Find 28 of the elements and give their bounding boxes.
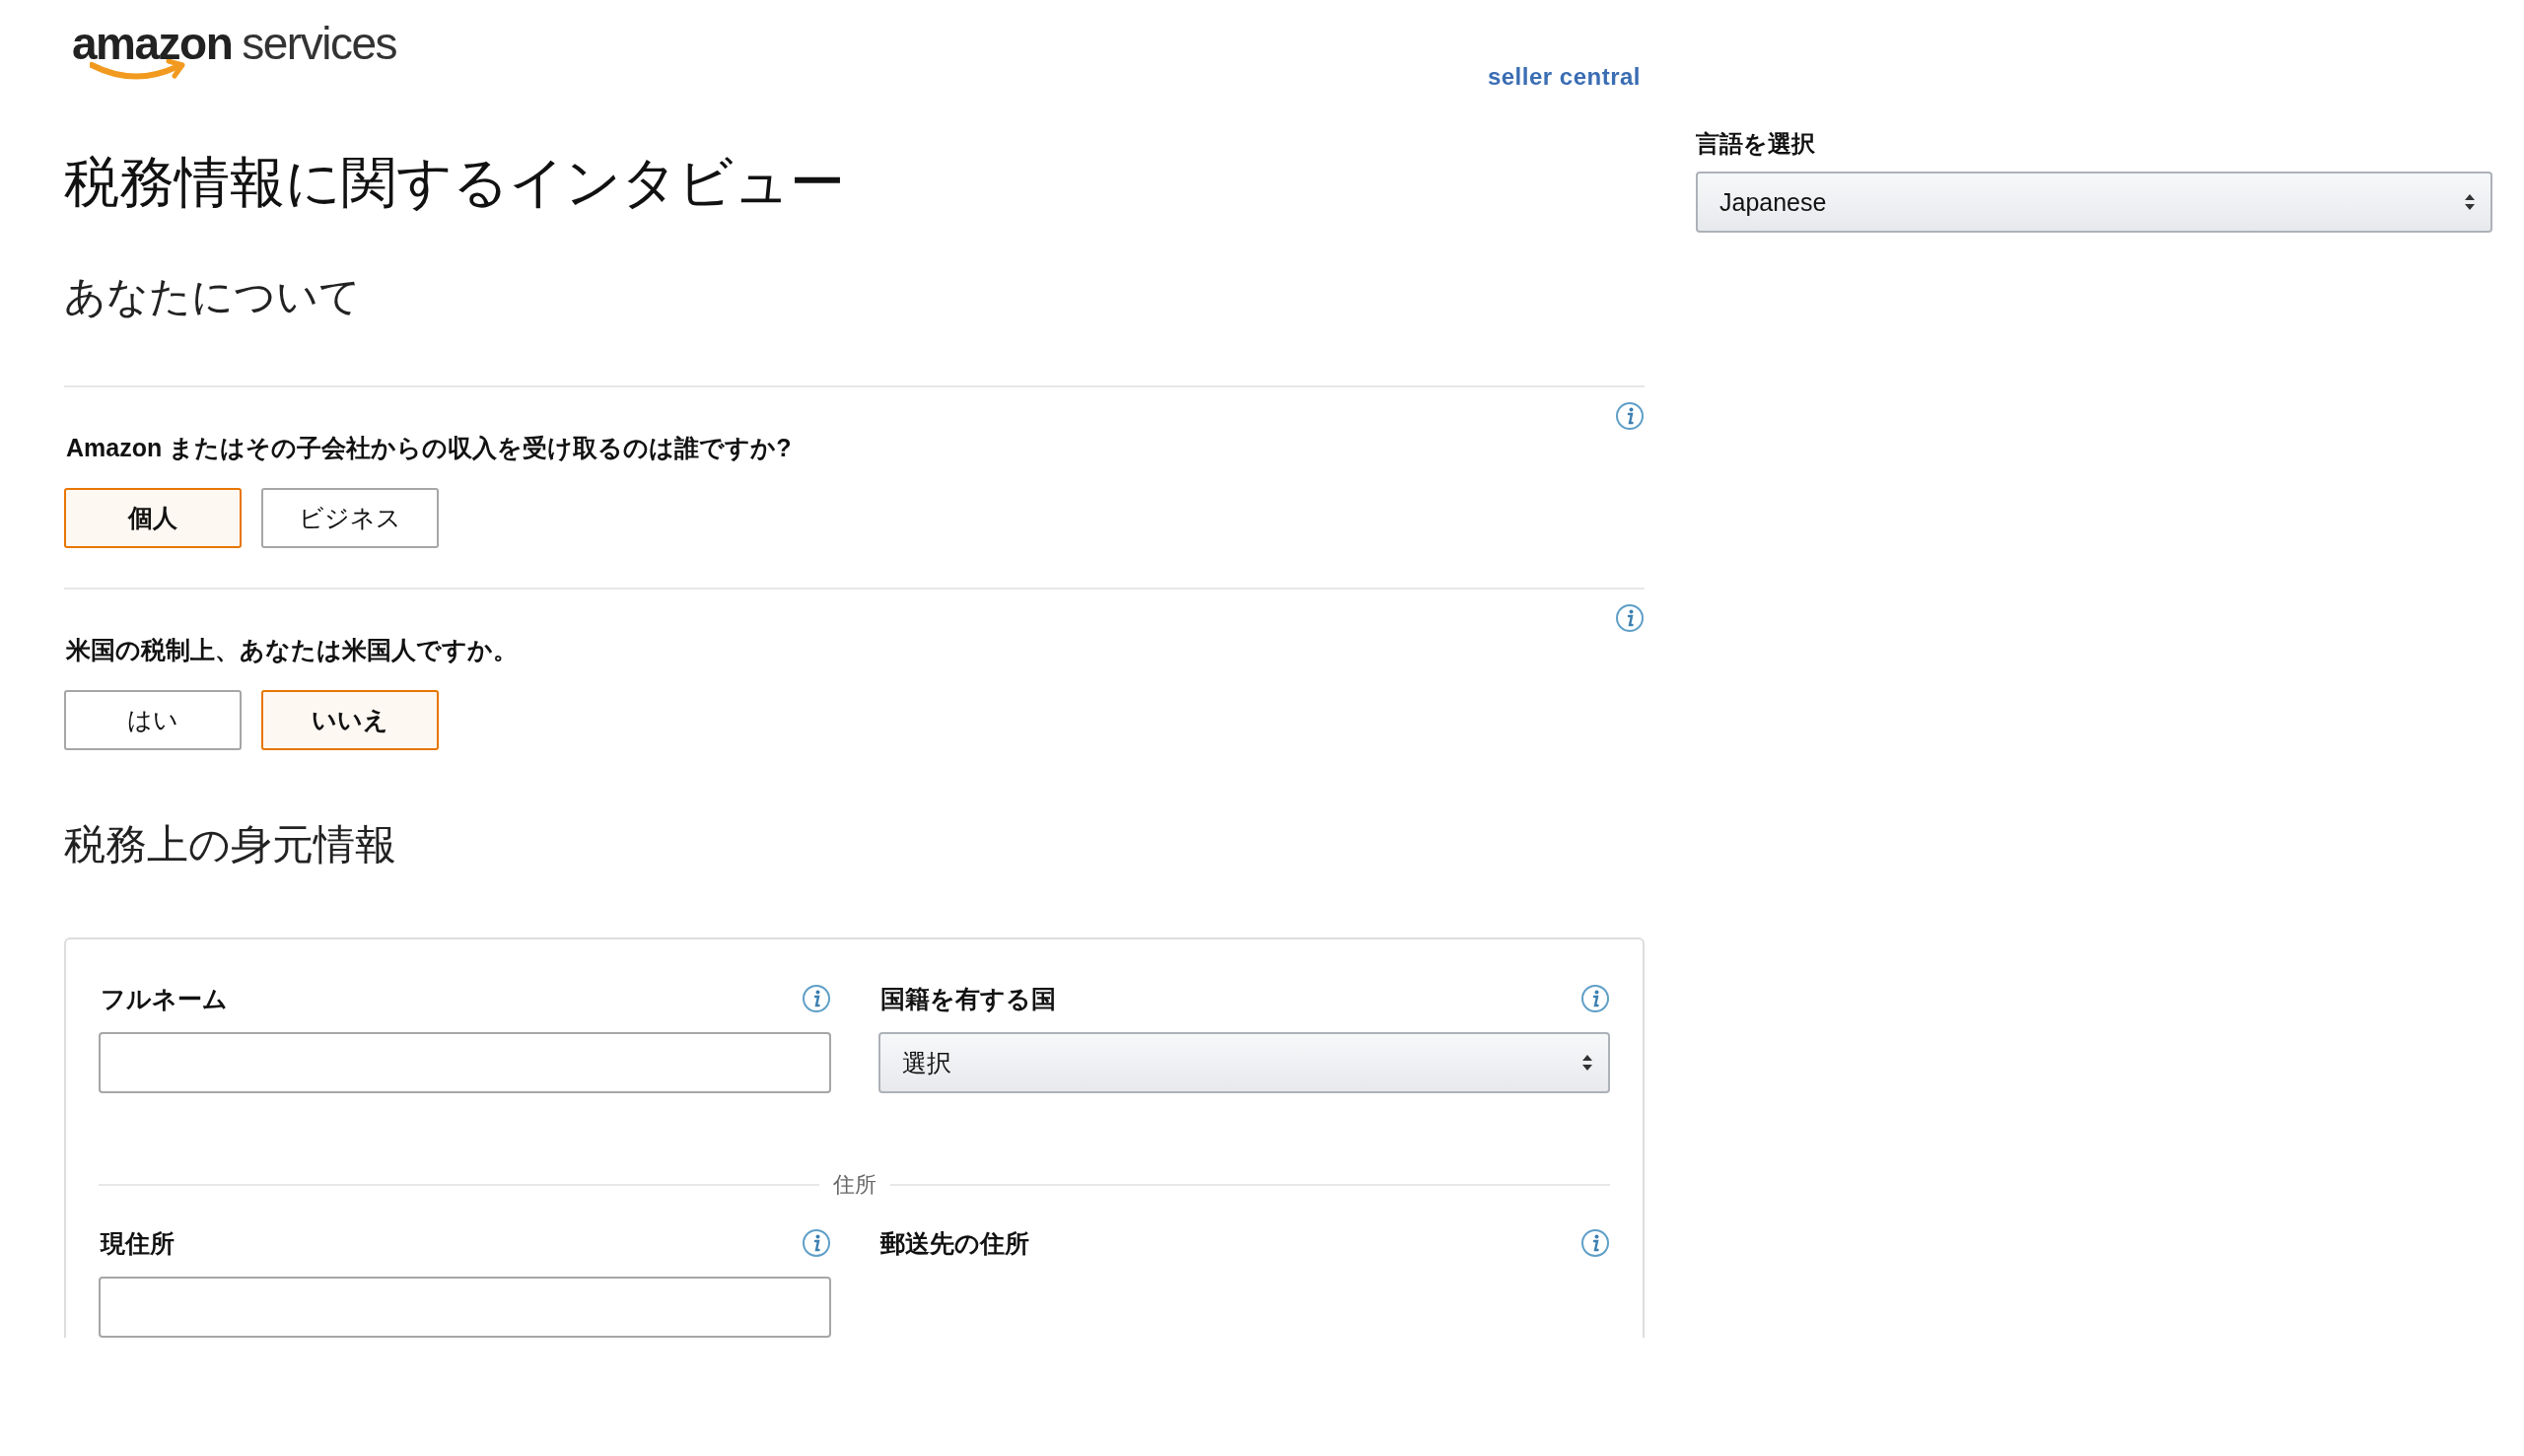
logo: amazon services seller central bbox=[71, 17, 1642, 92]
option-button[interactable]: はい bbox=[64, 690, 242, 750]
page-title: 税務情報に関するインタビュー bbox=[64, 150, 846, 215]
question-text: Amazon またはその子会社からの収入を受け取るのは誰ですか? bbox=[66, 433, 793, 463]
info-icon[interactable] bbox=[801, 1228, 831, 1258]
field-label: 現住所 bbox=[101, 1227, 175, 1259]
field-label: 郵送先の住所 bbox=[879, 1227, 1029, 1259]
info-icon[interactable] bbox=[801, 984, 831, 1013]
field-label: 言語を選択 bbox=[1696, 129, 1816, 159]
option-button[interactable]: いいえ bbox=[261, 690, 439, 750]
info-icon[interactable] bbox=[1580, 984, 1610, 1013]
info-icon[interactable] bbox=[1580, 1228, 1610, 1258]
text-input-field[interactable] bbox=[99, 1032, 831, 1093]
language-dropdown[interactable]: Japanese bbox=[1696, 172, 2492, 233]
section-heading: 税務上の身元情報 bbox=[64, 820, 397, 869]
up-down-arrows-icon bbox=[1582, 1055, 1592, 1071]
option-button[interactable]: 個人 bbox=[64, 488, 242, 548]
text-input-field[interactable] bbox=[99, 1277, 831, 1338]
up-down-arrows-icon bbox=[2465, 194, 2475, 210]
field-label: フルネーム bbox=[101, 983, 228, 1014]
field-label: 国籍を有する国 bbox=[879, 983, 1056, 1014]
question-text: 米国の税制上、あなたは米国人ですか。 bbox=[66, 635, 519, 665]
option-button[interactable]: ビジネス bbox=[261, 488, 439, 548]
dropdown-field[interactable]: 選択 bbox=[877, 1032, 1610, 1093]
info-icon[interactable] bbox=[1615, 603, 1645, 633]
info-icon[interactable] bbox=[1615, 401, 1645, 431]
section-heading: あなたについて bbox=[64, 272, 362, 321]
divider-label: 住所 bbox=[832, 1171, 876, 1199]
